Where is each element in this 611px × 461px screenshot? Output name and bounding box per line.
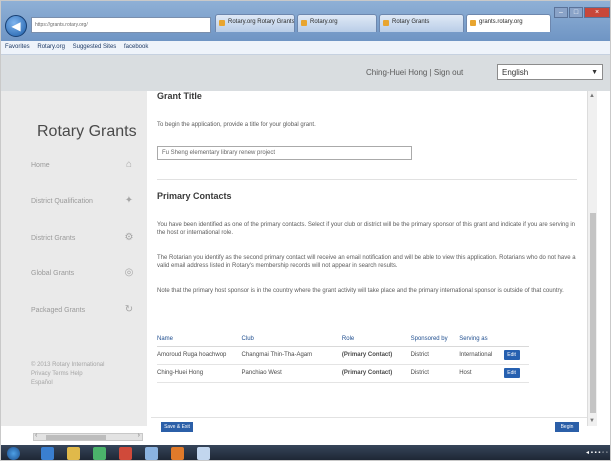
- section-divider: [157, 179, 577, 180]
- edit-button[interactable]: Edit: [503, 350, 520, 360]
- column-header: [503, 332, 529, 347]
- maximize-button[interactable]: □: [569, 7, 583, 18]
- folder-taskbar-icon[interactable]: [67, 447, 80, 460]
- primary-contacts-table: Name Club Role Sponsored by Serving as A…: [157, 332, 529, 383]
- start-button[interactable]: [7, 447, 20, 460]
- contact-serving-as: Host: [459, 364, 504, 383]
- contacts-sponsor-note: Note that the primary host sponsor is in…: [157, 288, 564, 294]
- system-tray[interactable]: ◂ ▪ ▪ ▪ ◦ ◦: [586, 449, 608, 456]
- browser-tab-active[interactable]: grants.rotary.org: [466, 14, 551, 32]
- contact-role: (Primary Contact): [341, 346, 411, 365]
- contact-club: Changmai Thin-Tha-Agam: [241, 346, 342, 365]
- close-button[interactable]: ×: [584, 7, 610, 18]
- column-header: Role: [341, 332, 411, 347]
- taskbar: ◂ ▪ ▪ ▪ ◦ ◦: [1, 445, 610, 460]
- contacts-notification-text: The Rotarian you identify as the second …: [157, 255, 576, 269]
- table-header-row: Name Club Role Sponsored by Serving as: [157, 332, 529, 347]
- column-header: Serving as: [459, 332, 504, 347]
- column-header: Name: [157, 332, 242, 347]
- page-icon: [301, 20, 307, 26]
- contact-club: Panchiao West: [241, 364, 342, 383]
- ribbon-icon: ✦: [124, 195, 134, 206]
- address-bar[interactable]: https://grants.rotary.org/: [31, 17, 211, 33]
- main-content: Grant Title To begin the application, pr…: [151, 91, 587, 426]
- begin-button[interactable]: Begin: [555, 422, 579, 432]
- sidebar-item-home[interactable]: Home ⌂: [31, 158, 141, 174]
- sidebar-footer: © 2013 Rotary International Privacy Term…: [31, 361, 141, 388]
- contact-sponsored-by: District: [410, 364, 460, 383]
- table-row: Ching-Huei Hong Panchiao West (Primary C…: [157, 364, 529, 383]
- grant-title-instructions: To begin the application, provide a titl…: [157, 122, 316, 128]
- scrollbar-thumb[interactable]: [46, 435, 106, 440]
- page-icon: [383, 20, 389, 26]
- sidebar-item-district-qualification[interactable]: District Qualification ✦: [31, 194, 141, 210]
- contact-name: Amoroud Ruga hoachwop: [157, 346, 242, 365]
- app-taskbar-icon[interactable]: [197, 447, 210, 460]
- favorites-bar: Favorites Rotary.org Suggested Sites fac…: [1, 41, 610, 55]
- app-taskbar-icon[interactable]: [119, 447, 132, 460]
- scroll-right-icon[interactable]: ›: [138, 432, 140, 439]
- footer-links[interactable]: Privacy Terms Help: [31, 370, 141, 379]
- page-icon: [470, 20, 476, 26]
- scrollbar-thumb[interactable]: [590, 213, 596, 413]
- app-taskbar-icon[interactable]: [145, 447, 158, 460]
- cycle-icon: ↻: [124, 304, 134, 315]
- primary-contacts-heading: Primary Contacts: [157, 191, 232, 201]
- language-link[interactable]: Español: [31, 379, 141, 388]
- favorites-link[interactable]: Favorites: [5, 44, 30, 50]
- contacts-intro-text: You have been identified as one of the p…: [157, 222, 575, 236]
- page-icon: [219, 20, 225, 26]
- user-signout-line[interactable]: Ching-Huei Hong | Sign out: [366, 68, 463, 77]
- sidebar-title: Rotary Grants: [37, 123, 137, 140]
- browser-tab[interactable]: Rotary.org: [297, 14, 377, 32]
- home-icon: ⌂: [125, 159, 133, 170]
- favorites-link[interactable]: Suggested Sites: [73, 44, 117, 50]
- back-button[interactable]: ◀: [5, 15, 27, 37]
- window-controls: – □ ×: [553, 1, 610, 18]
- sidebar-item-district-grants[interactable]: District Grants ⚙: [31, 231, 141, 247]
- column-header: Sponsored by: [410, 332, 460, 347]
- scroll-left-icon[interactable]: ‹: [35, 432, 37, 439]
- copyright-text: © 2013 Rotary International: [31, 362, 105, 368]
- scroll-down-icon[interactable]: ▼: [589, 418, 595, 424]
- app-taskbar-icon[interactable]: [93, 447, 106, 460]
- sidebar: Rotary Grants Home ⌂ District Qualificat…: [1, 91, 147, 426]
- form-action-bar: Save & Exit Begin: [151, 417, 587, 435]
- table-row: Amoroud Ruga hoachwop Changmai Thin-Tha-…: [157, 346, 529, 365]
- chevron-down-icon: ▼: [591, 69, 598, 76]
- app-taskbar-icon[interactable]: [171, 447, 184, 460]
- grant-title-heading: Grant Title: [157, 91, 202, 101]
- contact-role: (Primary Contact): [341, 364, 411, 383]
- column-header: Club: [241, 332, 342, 347]
- browser-taskbar-icon[interactable]: [41, 447, 54, 460]
- scroll-up-icon[interactable]: ▲: [589, 93, 595, 99]
- language-select[interactable]: English ▼: [497, 64, 603, 80]
- contact-serving-as: International: [459, 346, 504, 365]
- sidebar-item-packaged-grants[interactable]: Packaged Grants ↻: [31, 303, 141, 319]
- screen: ◀ https://grants.rotary.org/ Rotary.org …: [0, 0, 611, 461]
- back-arrow-icon: ◀: [11, 19, 21, 33]
- grant-title-input[interactable]: Fu Sheng elementary library renew projec…: [157, 146, 412, 160]
- favorites-link[interactable]: Rotary.org: [37, 44, 65, 50]
- sidebar-item-global-grants[interactable]: Global Grants ◎: [31, 266, 141, 282]
- browser-tab[interactable]: Rotary.org Rotary Grants: [215, 14, 295, 32]
- browser-tab[interactable]: Rotary Grants: [379, 14, 464, 32]
- gear-icon: ⚙: [124, 232, 134, 243]
- save-exit-button[interactable]: Save & Exit: [161, 422, 193, 432]
- contact-name: Ching-Huei Hong: [157, 364, 242, 383]
- favorites-link[interactable]: facebook: [124, 44, 148, 50]
- minimize-button[interactable]: –: [554, 7, 568, 18]
- globe-icon: ◎: [124, 267, 134, 278]
- horizontal-scrollbar[interactable]: ‹ ›: [33, 432, 143, 441]
- contact-sponsored-by: District: [410, 346, 460, 365]
- vertical-scrollbar[interactable]: ▲ ▼: [587, 91, 597, 426]
- browser-tab-bar: ◀ https://grants.rotary.org/ Rotary.org …: [1, 1, 610, 41]
- edit-button[interactable]: Edit: [503, 368, 520, 378]
